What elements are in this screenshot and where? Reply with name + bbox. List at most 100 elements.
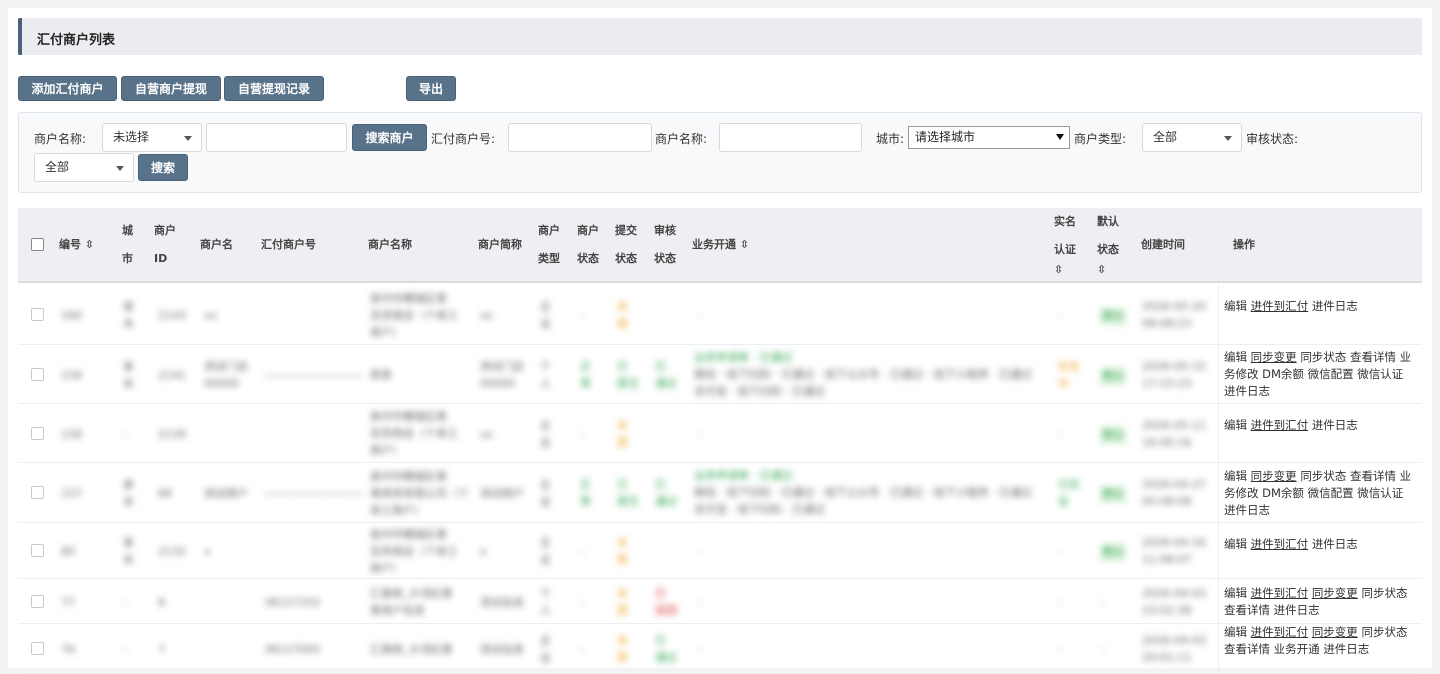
action-3[interactable]: 查看详情	[1350, 350, 1396, 364]
cell-default-status: 默认	[1100, 367, 1126, 385]
table-row: 76-7 38127093 汇旗商_大湾区某 测试信息企业 - 未提已通过 - - -2026-…	[18, 624, 1422, 674]
action-7[interactable]: 微信认证	[1357, 486, 1403, 500]
add-merchant-button[interactable]: 添加汇付商户	[18, 76, 117, 101]
action-1[interactable]: 进件到汇付	[1251, 299, 1309, 313]
action-3[interactable]: 同步状态	[1361, 586, 1407, 600]
cell-short-name: 测试商户	[480, 485, 524, 502]
action-1[interactable]: 同步变更	[1251, 469, 1297, 483]
action-6[interactable]: 微信配置	[1308, 486, 1354, 500]
cell-audit-status-line: 已	[655, 634, 666, 647]
action-6[interactable]: 微信配置	[1308, 367, 1354, 381]
action-0[interactable]: 编辑	[1224, 299, 1247, 313]
action-0[interactable]: 编辑	[1224, 586, 1247, 600]
search-merchant-button[interactable]: 搜索商户	[352, 124, 427, 151]
cell-realname: -	[1058, 426, 1062, 443]
search-button[interactable]: 搜索	[138, 154, 188, 181]
cell-merchant-status-line: -	[580, 545, 584, 558]
cell-nick: 测试门店 00000	[204, 358, 248, 392]
action-5[interactable]: DM余额	[1262, 367, 1304, 381]
merchant-select-value: 未选择	[113, 130, 150, 144]
cell-merchant-id-line: 2143	[158, 309, 186, 322]
col-id[interactable]: 编号 ⇳	[59, 235, 94, 254]
action-2[interactable]: 同步变更	[1312, 586, 1358, 600]
action-5[interactable]: 业务开通	[1274, 642, 1320, 656]
action-1[interactable]: 进件到汇付	[1251, 537, 1309, 551]
merchant-search-input[interactable]	[206, 123, 347, 152]
col-created-at: 创建时间	[1141, 238, 1185, 251]
action-2[interactable]: 同步变更	[1312, 625, 1358, 639]
cell-nick-line: x	[204, 545, 211, 558]
cell-city: 泉永	[123, 358, 134, 392]
action-8[interactable]: 进件日志	[1224, 503, 1270, 517]
export-button[interactable]: 导出	[406, 76, 456, 101]
cell-business-line: 支付宝 · 线下扫码 · 已通过	[694, 503, 825, 516]
default-badge: 默认	[1100, 426, 1126, 444]
action-0[interactable]: 编辑	[1224, 469, 1247, 483]
action-0[interactable]: 编辑	[1224, 537, 1247, 551]
col-merchant-id-l2: ID	[154, 252, 168, 265]
cell-id-line: 80	[61, 545, 75, 558]
action-5[interactable]: DM余额	[1262, 486, 1304, 500]
action-3[interactable]: 同步状态	[1361, 625, 1407, 639]
huifu-no-input[interactable]	[508, 123, 652, 152]
action-5[interactable]: 进件日志	[1274, 603, 1320, 617]
action-1[interactable]: 同步变更	[1251, 350, 1297, 364]
cell-business: -	[698, 426, 702, 443]
action-3[interactable]: 查看详情	[1350, 469, 1396, 483]
select-all-checkbox[interactable]	[31, 238, 44, 251]
audit-select[interactable]: 全部	[34, 153, 134, 182]
action-0[interactable]: 编辑	[1224, 350, 1247, 364]
cell-business-line: -	[698, 427, 702, 441]
cell-merchant-status: -	[580, 307, 584, 324]
action-2[interactable]: 进件日志	[1312, 299, 1358, 313]
action-1[interactable]: 进件到汇付	[1251, 586, 1309, 600]
cell-merchant-name-line: 某商贸有限公司（个	[370, 486, 469, 500]
cell-merchant-name-line: 百货商店（个体工	[370, 544, 458, 558]
city-select-value: 请选择城市	[915, 130, 976, 144]
cell-merchant-status-line: -	[580, 309, 584, 322]
col-realname[interactable]: 实名 认证 ⇳	[1054, 212, 1076, 279]
table-row: 77 - 8 38127103 汇旗商_大湾区某 某商户信息 测试信息 个人 - 未提 已驳回 - - -…	[18, 579, 1422, 624]
cell-submit-status-line: 未	[617, 586, 628, 600]
action-0[interactable]: 编辑	[1224, 418, 1247, 432]
action-6[interactable]: 进件日志	[1323, 642, 1369, 656]
withdraw-button[interactable]: 自营商户提现	[121, 76, 221, 101]
row-content-blurred: 80 泉永 2132 x 泉州市鲤城区某 百货商店（个体工 商户） x 企业 - 未提 - - 默认 202…	[18, 523, 1214, 578]
action-2[interactable]: 进件日志	[1312, 418, 1358, 432]
cell-short-name: 测试信息	[480, 594, 524, 611]
action-1[interactable]: 进件到汇付	[1251, 418, 1309, 432]
cell-merchant-name: 泉泉	[370, 366, 392, 383]
merchant-select[interactable]: 未选择	[102, 123, 202, 152]
action-2[interactable]: 同步状态	[1300, 350, 1346, 364]
action-1[interactable]: 进件到汇付	[1251, 625, 1309, 639]
sort-icon: ⇳	[736, 238, 750, 251]
cell-merchant-status: -	[580, 594, 584, 611]
col-business[interactable]: 业务开通 ⇳	[692, 235, 749, 254]
row-content-blurred: 77 - 8 38127103 汇旗商_大湾区某 某商户信息 测试信息 个人 - 未提 已驳回 - - -…	[18, 579, 1214, 623]
action-2[interactable]: 同步状态	[1300, 469, 1346, 483]
cell-submit-status-line: 未	[617, 300, 628, 313]
row-actions: 编辑 进件到汇付 进件日志	[1224, 536, 1414, 553]
withdraw-records-button[interactable]: 自营提现记录	[224, 76, 324, 101]
action-4[interactable]: 查看详情	[1224, 642, 1270, 656]
cell-realname-line: 已实	[1058, 478, 1080, 491]
action-4[interactable]: 查看详情	[1224, 603, 1270, 617]
col-default-status[interactable]: 默认 状态 ⇳	[1097, 212, 1119, 279]
merchant-name-input[interactable]	[719, 123, 862, 152]
action-8[interactable]: 进件日志	[1224, 384, 1270, 398]
cell-submit-status-line: 提	[617, 603, 628, 617]
type-select[interactable]: 全部	[1142, 123, 1242, 152]
cell-audit-status-line: 已	[655, 586, 666, 600]
action-7[interactable]: 微信认证	[1357, 367, 1403, 381]
action-2[interactable]: 进件日志	[1312, 537, 1358, 551]
cell-merchant-type: 个人	[540, 358, 551, 392]
cell-city-line: 永	[123, 553, 134, 566]
cell-merchant-type-line: 业	[540, 317, 551, 330]
cell-huifu-no-line: 38127103	[264, 595, 320, 609]
cell-city: -	[123, 426, 127, 443]
city-select[interactable]: 请选择城市	[908, 126, 1070, 149]
cell-merchant-id: 2141	[158, 367, 186, 384]
action-0[interactable]: 编辑	[1224, 625, 1247, 639]
cell-nick-line: 测试门店	[204, 359, 248, 373]
cell-default-status: 默认	[1100, 485, 1126, 503]
